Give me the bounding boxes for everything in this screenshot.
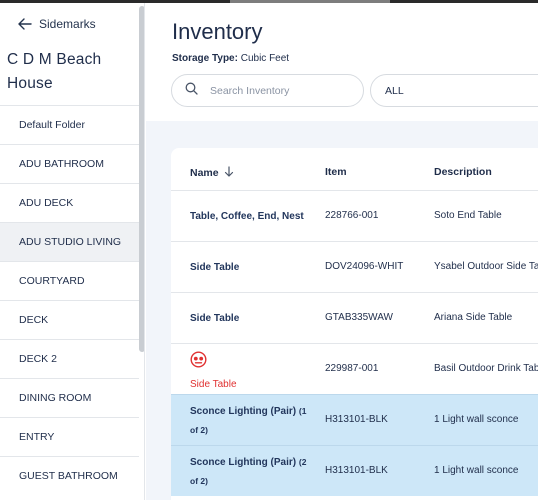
folder-label: GUEST BATHROOM bbox=[19, 470, 118, 482]
row-description: Basil Outdoor Drink Tab bbox=[434, 363, 538, 374]
table-header: Name Item Description bbox=[171, 148, 538, 190]
row-description: Ariana Side Table bbox=[434, 312, 513, 323]
folder-item-default-folder[interactable]: Default Folder bbox=[0, 105, 139, 144]
table-row[interactable]: Side Table DOV24096-WHIT Ysabel Outdoor … bbox=[171, 241, 538, 292]
search-input[interactable] bbox=[210, 84, 350, 97]
folder-list: Default Folder ADU BATHROOM ADU DECK ADU… bbox=[0, 105, 139, 495]
row-name: Sconce Lighting (Pair) (2 of 2) bbox=[190, 453, 315, 491]
row-description: 1 Light wall sconce bbox=[434, 414, 519, 425]
row-name: Table, Coffee, End, Nest bbox=[190, 208, 315, 226]
row-description: Ysabel Outdoor Side Tal bbox=[434, 261, 538, 272]
table-row[interactable]: Sconce Lighting (Pair) (2 of 2) H313101-… bbox=[171, 445, 538, 496]
page-header: Inventory Storage Type: Cubic Feet ALL bbox=[146, 3, 538, 121]
table-row[interactable]: Side Table 229987-001 Basil Outdoor Drin… bbox=[171, 343, 538, 394]
folder-item-dining-room[interactable]: DINING ROOM bbox=[0, 378, 139, 417]
folder-item-courtyard[interactable]: COURTYARD bbox=[0, 261, 139, 300]
filter-selected-value: ALL bbox=[385, 84, 404, 97]
back-to-sidemarks-link[interactable]: Sidemarks bbox=[18, 15, 96, 33]
folder-label: DINING ROOM bbox=[19, 392, 92, 404]
alert-face-icon bbox=[190, 351, 315, 375]
row-name-text: Side Table bbox=[190, 313, 240, 324]
folder-label: DECK bbox=[19, 314, 49, 326]
storage-type: Storage Type: Cubic Feet bbox=[172, 53, 289, 64]
row-name-text: Sconce Lighting (Pair) bbox=[190, 457, 297, 468]
folder-item-adu-bathroom[interactable]: ADU BATHROOM bbox=[0, 144, 139, 183]
column-header-name-label: Name bbox=[190, 167, 219, 179]
row-item: 228766-001 bbox=[325, 210, 379, 221]
filter-dropdown[interactable]: ALL bbox=[370, 74, 538, 107]
folder-label: ENTRY bbox=[19, 431, 55, 443]
folder-item-entry[interactable]: ENTRY bbox=[0, 417, 139, 456]
inventory-table: Name Item Description Table, Coffee, End… bbox=[171, 148, 538, 500]
folder-label: Default Folder bbox=[19, 119, 85, 131]
sort-arrow-down-icon bbox=[224, 166, 234, 180]
project-title: C D M Beach House bbox=[7, 51, 102, 92]
row-name: Side Table bbox=[190, 259, 315, 277]
folder-label: DECK 2 bbox=[19, 353, 57, 365]
folder-item-adu-studio-living[interactable]: ADU STUDIO LIVING bbox=[0, 222, 139, 261]
row-item: H313101-BLK bbox=[325, 465, 388, 476]
main-content: Inventory Storage Type: Cubic Feet ALL N… bbox=[146, 3, 538, 500]
row-description: 1 Light wall sconce bbox=[434, 465, 519, 476]
sidebar-scrollbar[interactable] bbox=[139, 6, 144, 352]
search-box[interactable] bbox=[171, 74, 364, 107]
column-header-description[interactable]: Description bbox=[434, 166, 492, 178]
column-header-name[interactable]: Name bbox=[190, 166, 234, 180]
row-name: Side Table bbox=[190, 351, 315, 394]
back-link-label: Sidemarks bbox=[39, 17, 96, 31]
row-name: Sconce Lighting (Pair) (1 of 2) bbox=[190, 402, 315, 440]
row-item: DOV24096-WHIT bbox=[325, 261, 404, 272]
row-item: H313101-BLK bbox=[325, 414, 388, 425]
column-header-item[interactable]: Item bbox=[325, 166, 347, 178]
folder-label: ADU STUDIO LIVING bbox=[19, 236, 122, 248]
search-icon bbox=[185, 82, 198, 100]
row-item: 229987-001 bbox=[325, 363, 379, 374]
folder-label: ADU BATHROOM bbox=[19, 158, 104, 170]
sidebar: Sidemarks C D M Beach House Default Fold… bbox=[0, 3, 145, 500]
folder-item-deck[interactable]: DECK bbox=[0, 300, 139, 339]
arrow-left-icon bbox=[18, 18, 32, 30]
folder-label: ADU DECK bbox=[19, 197, 74, 209]
row-description: Soto End Table bbox=[434, 210, 502, 221]
row-name: Side Table bbox=[190, 310, 315, 328]
page-title: Inventory bbox=[172, 19, 263, 44]
row-name-text: Table, Coffee, End, Nest bbox=[190, 211, 304, 222]
table-row[interactable]: Sconce Lighting (Pair) (1 of 2) H313101-… bbox=[171, 394, 538, 445]
row-name-text: Side Table bbox=[190, 262, 240, 273]
folder-item-guest-bathroom[interactable]: GUEST BATHROOM bbox=[0, 456, 139, 495]
table-row[interactable]: Side Table GTAB335WAW Ariana Side Table bbox=[171, 292, 538, 343]
folder-item-deck-2[interactable]: DECK 2 bbox=[0, 339, 139, 378]
folder-item-adu-deck[interactable]: ADU DECK bbox=[0, 183, 139, 222]
row-item: GTAB335WAW bbox=[325, 312, 393, 323]
storage-type-label: Storage Type: bbox=[172, 53, 238, 64]
table-row[interactable]: Table, Coffee, End, Nest 228766-001 Soto… bbox=[171, 190, 538, 241]
storage-type-value: Cubic Feet bbox=[240, 53, 290, 64]
folder-label: COURTYARD bbox=[19, 275, 85, 287]
row-name-text: Side Table bbox=[190, 379, 237, 390]
row-name-text: Sconce Lighting (Pair) bbox=[190, 406, 297, 417]
